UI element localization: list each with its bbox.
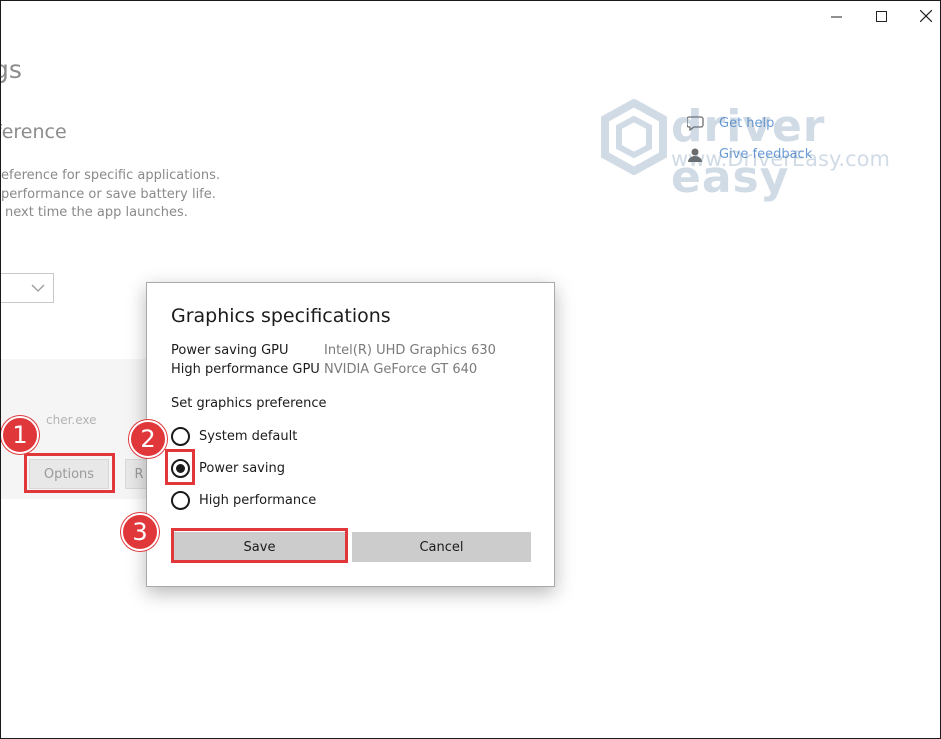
- power-saving-gpu-value: Intel(R) UHD Graphics 630: [324, 343, 496, 358]
- driver-easy-watermark: driver easy www.DriverEasy.com: [601, 99, 911, 203]
- maximize-button[interactable]: [858, 1, 904, 31]
- radio-label: High performance: [199, 492, 317, 508]
- close-icon: [920, 10, 932, 22]
- feedback-icon: [688, 148, 702, 162]
- description-line-1: eference for specific applications.: [1, 168, 221, 183]
- give-feedback-link[interactable]: Give feedback: [719, 147, 812, 162]
- maximize-icon: [875, 10, 887, 22]
- page-title: gs: [1, 55, 22, 84]
- radio-button[interactable]: [171, 490, 190, 510]
- app-type-dropdown[interactable]: [1, 273, 54, 303]
- save-highlight: [171, 528, 348, 563]
- options-highlight: [24, 453, 115, 493]
- description-line-3: next time the app launches.: [5, 205, 188, 220]
- power-saving-gpu-label: Power saving GPU: [171, 343, 289, 358]
- dialog-title: Graphics specifications: [171, 305, 391, 327]
- minimize-button[interactable]: [813, 1, 859, 31]
- chat-help-icon: [687, 116, 704, 131]
- step-marker-1: 1: [1, 416, 39, 454]
- step-marker-3: 3: [121, 513, 159, 551]
- chevron-down-icon: [31, 284, 45, 292]
- radio-high-performance[interactable]: High performance: [171, 489, 316, 511]
- settings-window: gs ference eference for specific applica…: [0, 0, 941, 739]
- description-line-2: performance or save battery life.: [1, 187, 216, 202]
- get-help-link[interactable]: Get help: [719, 116, 774, 131]
- radio-system-default[interactable]: System default: [171, 425, 297, 447]
- app-name: cher.exe: [46, 413, 97, 427]
- section-title: ference: [0, 121, 67, 143]
- graphics-preference-label: Set graphics preference: [171, 396, 327, 411]
- minimize-icon: [830, 16, 842, 17]
- radio-label: System default: [199, 428, 298, 444]
- driver-easy-logo-icon: [601, 99, 667, 175]
- high-performance-gpu-label: High performance GPU: [171, 362, 320, 377]
- radio-label: Power saving: [199, 460, 285, 476]
- high-performance-gpu-value: NVIDIA GeForce GT 640: [324, 362, 478, 377]
- radio-button[interactable]: [171, 426, 190, 446]
- step-marker-2: 2: [129, 420, 167, 458]
- cancel-button[interactable]: Cancel: [352, 532, 531, 562]
- close-button[interactable]: [903, 1, 940, 31]
- power-saving-highlight: [165, 449, 195, 485]
